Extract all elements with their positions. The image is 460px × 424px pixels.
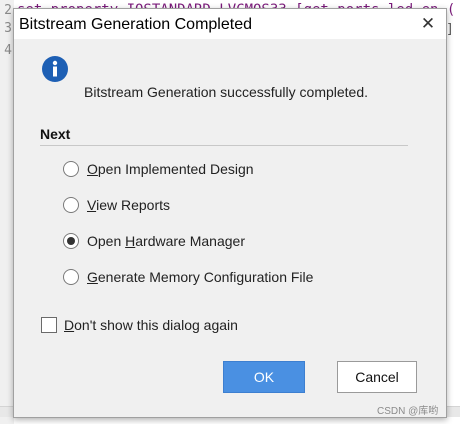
- checkbox-label: Don't show this dialog again: [64, 317, 238, 333]
- line-number-gutter: 2 3 4: [0, 0, 14, 424]
- line-number: 3: [4, 21, 12, 36]
- radio-button[interactable]: [63, 269, 79, 285]
- option-label: Generate Memory Configuration File: [87, 269, 314, 285]
- option-view-reports[interactable]: View Reports: [63, 194, 170, 216]
- option-label: Open Hardware Manager: [87, 233, 245, 249]
- ok-button[interactable]: OK: [223, 361, 305, 393]
- status-message: Bitstream Generation successfully comple…: [84, 84, 369, 100]
- close-icon[interactable]: ✕: [418, 14, 438, 34]
- option-label: View Reports: [87, 197, 171, 213]
- option-open-implemented-design[interactable]: Open Implemented Design: [63, 158, 254, 180]
- dialog-titlebar: Bitstream Generation Completed ✕: [14, 9, 446, 39]
- code-line-fragment: ]: [446, 22, 454, 37]
- option-generate-memory-config[interactable]: Generate Memory Configuration File: [63, 266, 313, 288]
- dont-show-again-checkbox[interactable]: [41, 317, 57, 333]
- dont-show-again-row[interactable]: Don't show this dialog again: [41, 314, 238, 336]
- option-open-hardware-manager[interactable]: Open Hardware Manager: [63, 230, 245, 252]
- line-number: 4: [4, 43, 12, 58]
- dialog-title: Bitstream Generation Completed: [19, 16, 252, 33]
- section-divider: [40, 145, 408, 146]
- watermark: CSDN @库哟: [377, 406, 439, 417]
- option-label: Open Implemented Design: [87, 161, 254, 177]
- radio-button-selected[interactable]: [63, 233, 79, 249]
- bitstream-completed-dialog: Bitstream Generation Completed ✕ Bitstre…: [13, 8, 447, 418]
- line-number: 2: [4, 3, 12, 18]
- cancel-button[interactable]: Cancel: [337, 361, 417, 393]
- info-icon: [42, 56, 68, 82]
- next-section-label: Next: [40, 126, 71, 142]
- radio-button[interactable]: [63, 197, 79, 213]
- radio-button[interactable]: [63, 161, 79, 177]
